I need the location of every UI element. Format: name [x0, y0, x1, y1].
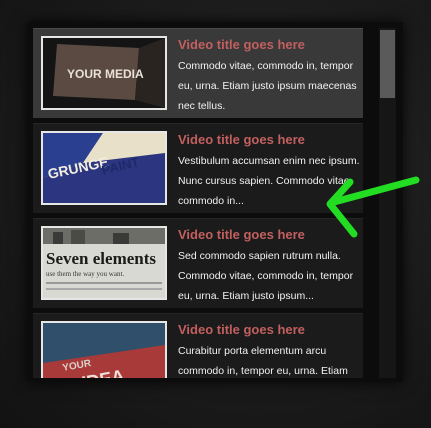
video-thumbnail: YOUR IDEA [41, 321, 167, 378]
video-list-item[interactable]: GRUNGE PAINT Video title goes here Vesti… [33, 123, 363, 213]
video-description: Curabitur porta elementum arcu commodo i… [178, 345, 348, 377]
video-thumbnail: YOUR MEDIA [41, 36, 167, 110]
thumbnail-text: use them the way you want. [46, 270, 124, 278]
video-title[interactable]: Video title goes here [178, 132, 363, 147]
video-list-item[interactable]: YOUR IDEA Video title goes here Curabitu… [33, 313, 363, 378]
thumbnail-text: Seven elements [46, 249, 156, 268]
video-list-item[interactable]: Seven elements use them the way you want… [33, 218, 363, 308]
video-title[interactable]: Video title goes here [178, 322, 363, 337]
video-thumbnail: Seven elements use them the way you want… [41, 226, 167, 300]
scrollbar-thumb[interactable] [380, 30, 395, 98]
thumbnail-text: YOUR MEDIA [67, 67, 144, 81]
video-description: Commodo vitae, commodo in, tempor eu, ur… [178, 60, 357, 112]
video-list-item[interactable]: YOUR MEDIA Video title goes here Commodo… [33, 28, 363, 118]
video-title[interactable]: Video title goes here [178, 37, 363, 52]
video-description: Sed commodo sapien rutrum nulla. Commodo… [178, 250, 354, 302]
video-thumbnail: GRUNGE PAINT [41, 131, 167, 205]
green-arrow-icon [326, 176, 420, 238]
video-list: YOUR MEDIA Video title goes here Commodo… [33, 28, 363, 378]
